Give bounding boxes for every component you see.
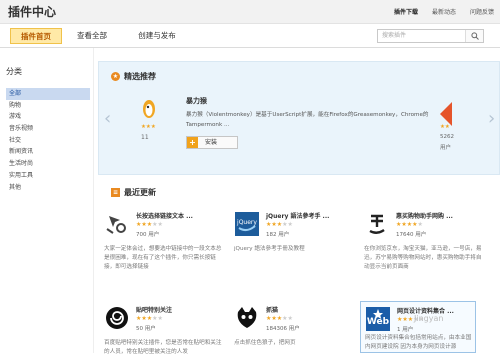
list-icon: ≡ xyxy=(111,188,120,197)
plugin-card[interactable]: jQuery jQuery 語法參考手 ... ★★★★★ 182 用户 jQu… xyxy=(230,211,350,281)
featured-heading: ★ 精选推荐 xyxy=(111,71,156,82)
cursor-select-icon xyxy=(106,216,126,234)
plugin-description: jQuery 語法參考手冊及教程 xyxy=(234,246,305,252)
plugin-card[interactable]: 贴吧特别关注 ★★★★★ 50 用户 百度贴吧特别关注插件，您是否常在贴吧和关注… xyxy=(100,305,221,355)
featured-plugin-description: 暴力猴（Violentmonkey）是基于UserScript扩展，能在Fire… xyxy=(186,112,429,128)
jquery-icon: jQuery xyxy=(235,212,259,236)
search-button[interactable] xyxy=(465,30,483,42)
rating-stars: ★★★★★ xyxy=(266,221,293,228)
featured-heading-label: 精选推荐 xyxy=(124,72,156,81)
plugin-name[interactable]: jQuery 語法參考手 ... xyxy=(266,211,329,220)
sidebar-item-lifestyle[interactable]: 生活时尚 xyxy=(6,158,90,170)
sidebar-item-social[interactable]: 社交 xyxy=(6,135,90,147)
rating-stars: ★★★★★ xyxy=(396,221,423,228)
user-count: 1 用户 xyxy=(397,327,414,333)
user-count: 50 用户 xyxy=(136,326,156,332)
prev-plugin-users: 11 xyxy=(141,134,149,141)
rating-stars: ★★★★★ xyxy=(136,221,163,228)
plugin-name[interactable]: 抓猫 xyxy=(266,305,278,314)
sidebar-item-tools[interactable]: 实用工具 xyxy=(6,170,90,182)
user-count: 17640 用户 xyxy=(396,232,427,238)
app-title: 插件中心 xyxy=(8,5,57,19)
prev-plugin-stars: ★★★ xyxy=(141,124,156,130)
svg-text:Web: Web xyxy=(367,317,390,327)
rating-stars: ★★★★★ xyxy=(136,315,163,322)
sidebar-item-all[interactable]: 全部 xyxy=(6,88,90,100)
plugin-name[interactable]: 贴吧特别关注 xyxy=(136,305,172,314)
svg-text:jQuery: jQuery xyxy=(236,219,257,226)
top-links: 插件下载 最新动态 问题反馈 xyxy=(394,7,494,16)
user-count: 700 用户 xyxy=(136,232,160,238)
sidebar-item-news[interactable]: 新闻资讯 xyxy=(6,146,90,158)
sidebar-item-music-video[interactable]: 音乐视频 xyxy=(6,123,90,135)
plugin-card-selected[interactable]: Web 网页设计资料集合 ... ★★★★★ 1 用户 网页设计资料集合包括常用… xyxy=(360,301,476,353)
plugin-card[interactable]: 惠买购物助手网购 ... ★★★★★ 17640 用户 在你浏览京东，淘宝天猫，… xyxy=(360,211,482,281)
rating-stars: ★★★★★ xyxy=(266,315,293,322)
tab-bar: 插件首页 查看全部 创建与发布 搜索插件 xyxy=(0,24,500,48)
plugin-name[interactable]: 惠买购物助手网购 ... xyxy=(396,211,453,220)
carousel-prev-arrow[interactable]: ‹ xyxy=(104,108,111,129)
top-bar: 插件中心 插件下载 最新动态 问题反馈 xyxy=(0,0,500,24)
tab-all[interactable]: 查看全部 xyxy=(70,28,114,44)
top-link-download[interactable]: 插件下载 xyxy=(394,7,418,16)
search-icon xyxy=(471,32,479,40)
watermark: Jingyan xyxy=(414,314,444,323)
plugin-description: 大家一定体会过，想要选中链接中的一段文本总是很困难，现在有了这个插件，你只需长按… xyxy=(104,246,222,270)
shopping-assistant-icon xyxy=(365,212,389,236)
spiral-icon xyxy=(106,307,128,329)
top-link-news[interactable]: 最新动态 xyxy=(432,7,456,16)
tab-home[interactable]: 插件首页 xyxy=(10,28,62,44)
sidebar-item-other[interactable]: 其他 xyxy=(6,182,90,194)
plugin-card[interactable]: 抓猫 ★★★★★ 184306 用户 点击抓住色狼子，把网页 xyxy=(230,305,350,353)
plugin-card[interactable]: 长按选择链接文本 ... ★★★★★ 700 用户 大家一定体会过，想要选中链接… xyxy=(100,211,222,281)
tab-create[interactable]: 创建与发布 xyxy=(126,28,188,44)
install-button[interactable]: + 安装 xyxy=(186,136,238,149)
user-count: 182 用户 xyxy=(266,232,290,238)
plugin-description: 在你浏览京东，淘宝天猫，亚马逊，一号店，易迅，苏宁易购等购物网站时，惠买购物助手… xyxy=(364,246,482,270)
top-link-feedback[interactable]: 问题反馈 xyxy=(470,7,494,16)
cat-icon xyxy=(237,307,257,328)
sidebar-title: 分类 xyxy=(6,67,22,76)
next-plugin-users: 用户 xyxy=(440,145,452,151)
category-list: 全部 购物 游戏 音乐视频 社交 新闻资讯 生活时尚 实用工具 其他 xyxy=(6,88,90,193)
category-sidebar: 分类 全部 购物 游戏 音乐视频 社交 新闻资讯 生活时尚 实用工具 其他 xyxy=(0,48,94,353)
plus-icon: + xyxy=(187,137,198,148)
star-icon: ★ xyxy=(111,72,120,81)
next-plugin-icon xyxy=(440,102,452,126)
sidebar-item-shopping[interactable]: 购物 xyxy=(6,100,90,112)
next-plugin-count: 5262 xyxy=(440,134,454,140)
updates-heading-label: 最近更新 xyxy=(124,188,156,197)
plugin-description: 点击抓住色狼子，把网页 xyxy=(234,340,296,346)
carousel-next-arrow[interactable]: › xyxy=(488,108,495,129)
user-count: 184306 用户 xyxy=(266,326,300,332)
next-plugin-stars: ★★ xyxy=(440,124,450,130)
plugin-description: 百度贴吧特别关注插件，您是否常在贴吧和关注的人员，常在贴吧里被关注的人发 xyxy=(104,340,222,355)
plugin-description: 网页设计资料集合包括常用站点，由本业国内网页建设院 因为本身为网页设计源 xyxy=(365,335,472,350)
prev-plugin-icon xyxy=(143,100,155,118)
featured-plugin-name[interactable]: 暴力猴 xyxy=(186,96,207,106)
plugin-name[interactable]: 长按选择链接文本 ... xyxy=(136,211,193,220)
updates-heading: ≡ 最近更新 xyxy=(111,187,156,198)
web-design-icon: Web xyxy=(366,307,390,331)
sidebar-item-games[interactable]: 游戏 xyxy=(6,111,90,123)
